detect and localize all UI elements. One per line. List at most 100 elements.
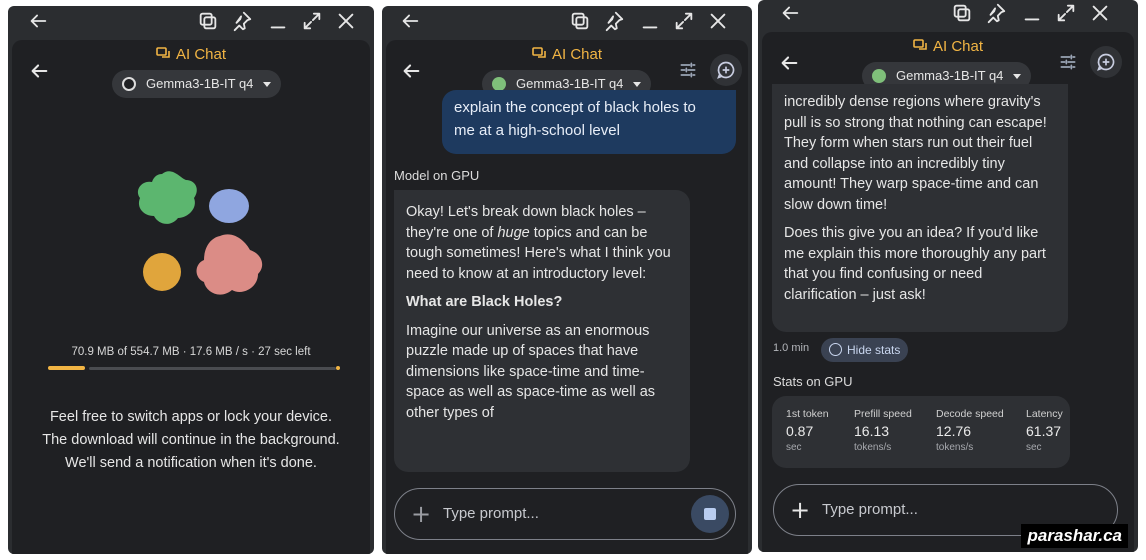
chat-icon [913, 39, 927, 50]
window-close-button[interactable] [334, 10, 358, 34]
chevron-down-icon [1013, 74, 1022, 79]
stat-unit: tokens/s [854, 442, 892, 453]
prompt-input[interactable]: + Type prompt... [394, 488, 736, 540]
app-screen: AI Chat Gemma3-1B-IT q4 explain the conc… [386, 40, 748, 554]
tune-icon [680, 62, 696, 78]
app-title-text: AI Chat [551, 46, 603, 63]
stat-label: Prefill speed [854, 408, 912, 420]
response-body: Imagine our universe as an enormous puzz… [406, 322, 656, 421]
window-title-bar [382, 6, 752, 38]
model-selector[interactable]: Gemma3-1B-IT q4 [112, 70, 282, 98]
maximize-icon [1057, 4, 1075, 22]
model-name: Gemma3-1B-IT q4 [516, 76, 624, 91]
window-pin-button[interactable] [602, 10, 626, 34]
hide-stats-button[interactable]: Hide stats [821, 338, 909, 362]
stop-button[interactable] [691, 495, 729, 533]
minimize-icon [642, 26, 658, 29]
stop-icon [704, 508, 716, 520]
watermark: parashar.ca [1021, 524, 1128, 548]
close-icon [710, 13, 726, 29]
progress-fill [48, 366, 85, 370]
arrow-left-icon [782, 6, 799, 20]
add-chat-icon [1097, 53, 1115, 71]
window-minimize-button[interactable] [266, 10, 290, 34]
prompt-placeholder: Type prompt... [822, 501, 918, 518]
window-minimize-button[interactable] [1020, 2, 1044, 26]
screenshot-icon [199, 12, 217, 30]
chat-icon [532, 47, 546, 58]
note-line: We'll send a notification when it's done… [65, 455, 317, 471]
chevron-down-icon [633, 82, 642, 87]
config-button[interactable] [678, 60, 700, 82]
stat-latency: Latency 61.37 sec [1026, 408, 1063, 453]
window-maximize-button[interactable] [1054, 2, 1078, 26]
window-back-button[interactable] [398, 10, 422, 34]
new-chat-button[interactable] [710, 54, 742, 86]
download-status: 70.9 MB of 554.7 MB · 17.6 MB / s · 27 s… [71, 346, 311, 358]
stat-value: 12.76 [936, 423, 972, 439]
window-back-button[interactable] [778, 2, 802, 26]
stat-label: Decode speed [936, 408, 1004, 420]
window-title-bar [758, 0, 1138, 30]
prompt-placeholder: Type prompt... [443, 505, 539, 522]
config-button[interactable] [1058, 52, 1080, 74]
stat-unit: tokens/s [936, 442, 974, 453]
window-back-button[interactable] [26, 10, 50, 34]
close-icon [1092, 5, 1108, 21]
close-icon [338, 13, 354, 29]
model-ready-icon [872, 69, 886, 83]
user-message-line: explain the concept of black holes to [454, 99, 696, 116]
download-note: Feel free to switch apps or lock your de… [12, 406, 370, 475]
download-progress-bar [48, 366, 340, 370]
stat-prefill-speed: Prefill speed 16.13 tokens/s [854, 408, 912, 453]
arrow-left-icon [781, 56, 798, 70]
response-emphasis: huge [497, 224, 530, 241]
maximize-icon [675, 12, 693, 30]
window-maximize-button[interactable] [672, 10, 696, 34]
window-pin-button[interactable] [230, 10, 254, 34]
new-chat-button[interactable] [1090, 46, 1122, 78]
back-button[interactable] [778, 52, 800, 74]
model-name: Gemma3-1B-IT q4 [146, 76, 254, 91]
app-screen: AI Chat Gemma3-1B-IT q4 incredibly dense… [762, 32, 1134, 552]
window-snap-button[interactable] [950, 2, 974, 26]
model-ready-icon [492, 77, 506, 91]
window-close-button[interactable] [1088, 2, 1112, 26]
stat-value: 61.37 [1026, 423, 1062, 439]
response-paragraph: Does this give you an idea? If you'd lik… [784, 225, 1046, 303]
window-snap-button[interactable] [568, 10, 592, 34]
stat-value: 0.87 [786, 423, 814, 439]
model-label: Model on GPU [394, 168, 480, 183]
stat-first-token: 1st token 0.87 sec [786, 408, 829, 453]
arrow-left-icon [31, 64, 48, 78]
stat-decode-speed: Decode speed 12.76 tokens/s [936, 408, 1004, 453]
user-message-line: me at a high-school level [454, 122, 620, 139]
pin-icon [605, 11, 624, 32]
timer-icon [829, 343, 842, 356]
window-chat-stats: AI Chat Gemma3-1B-IT q4 incredibly dense… [758, 0, 1138, 552]
chat-icon [156, 47, 170, 58]
screenshot-icon [571, 12, 589, 30]
window-maximize-button[interactable] [300, 10, 324, 34]
app-screen: AI Chat Gemma3-1B-IT q4 70.9 MB of 554.7… [12, 40, 370, 554]
note-line: The download will continue in the backgr… [42, 432, 340, 448]
minimize-icon [270, 26, 286, 29]
stat-value: 16.13 [854, 423, 890, 439]
response-paragraph: incredibly dense regions where gravity's… [784, 94, 1047, 213]
add-attachment-icon[interactable]: + [788, 497, 812, 523]
window-close-button[interactable] [706, 10, 730, 34]
stats-title: Stats on GPU [773, 374, 853, 389]
add-attachment-icon[interactable]: + [409, 501, 433, 527]
orange-blob [143, 253, 181, 291]
back-button[interactable] [400, 60, 422, 82]
window-minimize-button[interactable] [638, 10, 662, 34]
back-button[interactable] [28, 60, 50, 82]
window-pin-button[interactable] [984, 2, 1008, 26]
green-blob [137, 171, 197, 224]
arrow-left-icon [402, 14, 419, 28]
add-chat-icon [717, 61, 735, 79]
model-response: Okay! Let's break down black holes – the… [394, 190, 690, 472]
screenshot-icon [953, 4, 971, 22]
window-snap-button[interactable] [196, 10, 220, 34]
stat-label: Latency [1026, 408, 1063, 420]
